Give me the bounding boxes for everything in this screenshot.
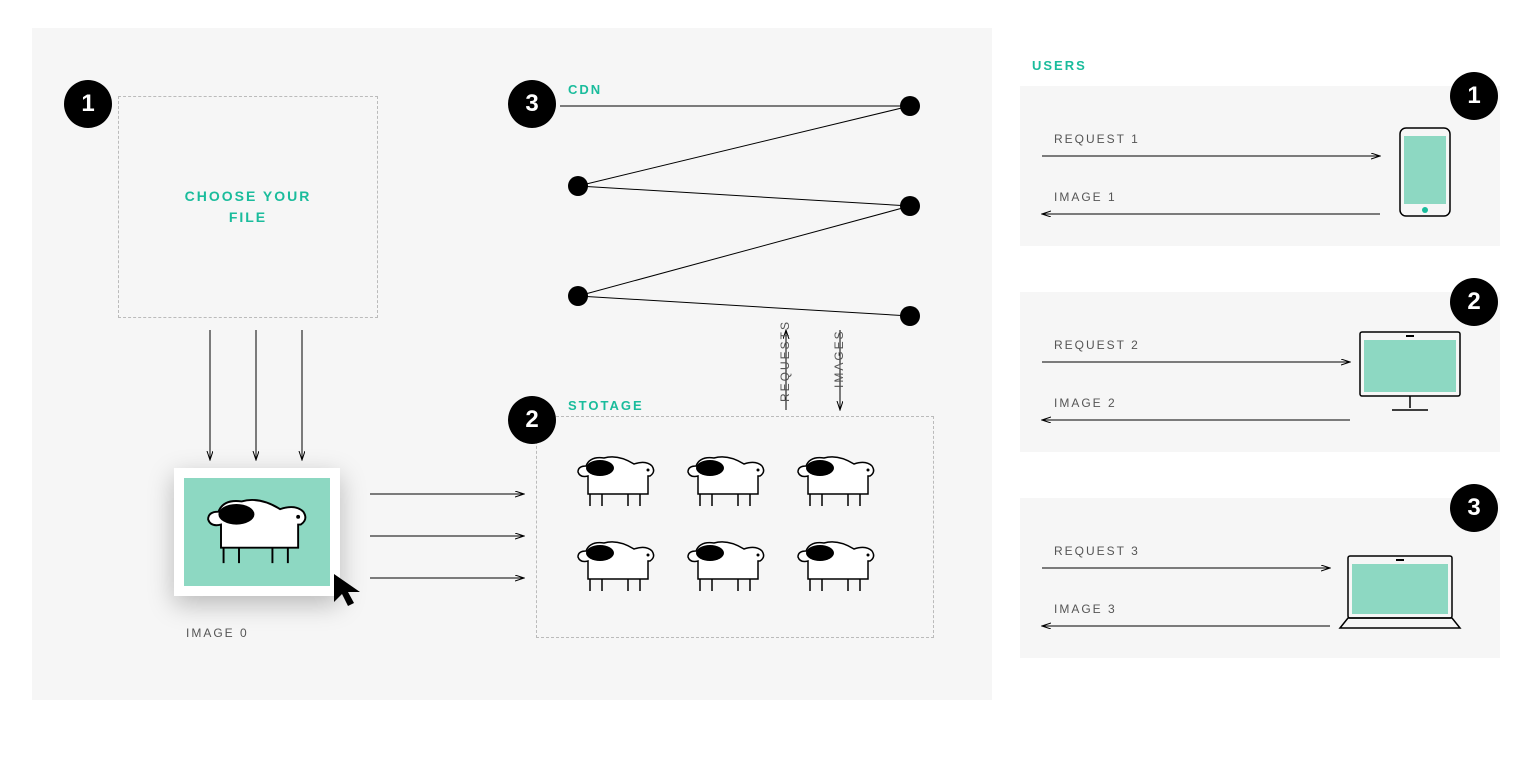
req-3: REQUEST 3 bbox=[1054, 544, 1140, 558]
laptop-icon bbox=[1334, 554, 1474, 638]
image-caption: IMAGE 0 bbox=[186, 626, 249, 640]
img-2: IMAGE 2 bbox=[1054, 396, 1117, 410]
user-badge-3: 3 bbox=[1450, 484, 1498, 532]
arrows-card-3 bbox=[0, 0, 1, 1]
cdn-label: CDN bbox=[568, 82, 602, 97]
img-3: IMAGE 3 bbox=[1054, 602, 1117, 616]
req-2: REQUEST 2 bbox=[1054, 338, 1140, 352]
requests-label: REQUESTS bbox=[778, 320, 792, 402]
monitor-icon bbox=[1358, 330, 1468, 420]
storage-label: STOTAGE bbox=[568, 398, 644, 413]
image-thumbnail bbox=[174, 468, 340, 596]
phone-icon bbox=[1398, 126, 1458, 222]
cursor-icon bbox=[330, 570, 372, 612]
cow-icon bbox=[192, 486, 322, 576]
user-badge-2: 2 bbox=[1450, 278, 1498, 326]
images-label: IMAGES bbox=[832, 329, 846, 388]
choose-file-label: CHOOSE YOURFILE bbox=[185, 186, 312, 228]
choose-file-dropzone[interactable]: CHOOSE YOURFILE bbox=[118, 96, 378, 318]
req-1: REQUEST 1 bbox=[1054, 132, 1140, 146]
img-1: IMAGE 1 bbox=[1054, 190, 1117, 204]
users-label: USERS bbox=[1032, 58, 1087, 73]
user-badge-1: 1 bbox=[1450, 72, 1498, 120]
step-badge-3: 3 bbox=[508, 80, 556, 128]
step-badge-2: 2 bbox=[508, 396, 556, 444]
storage-cows bbox=[556, 436, 916, 616]
step-badge-1: 1 bbox=[64, 80, 112, 128]
